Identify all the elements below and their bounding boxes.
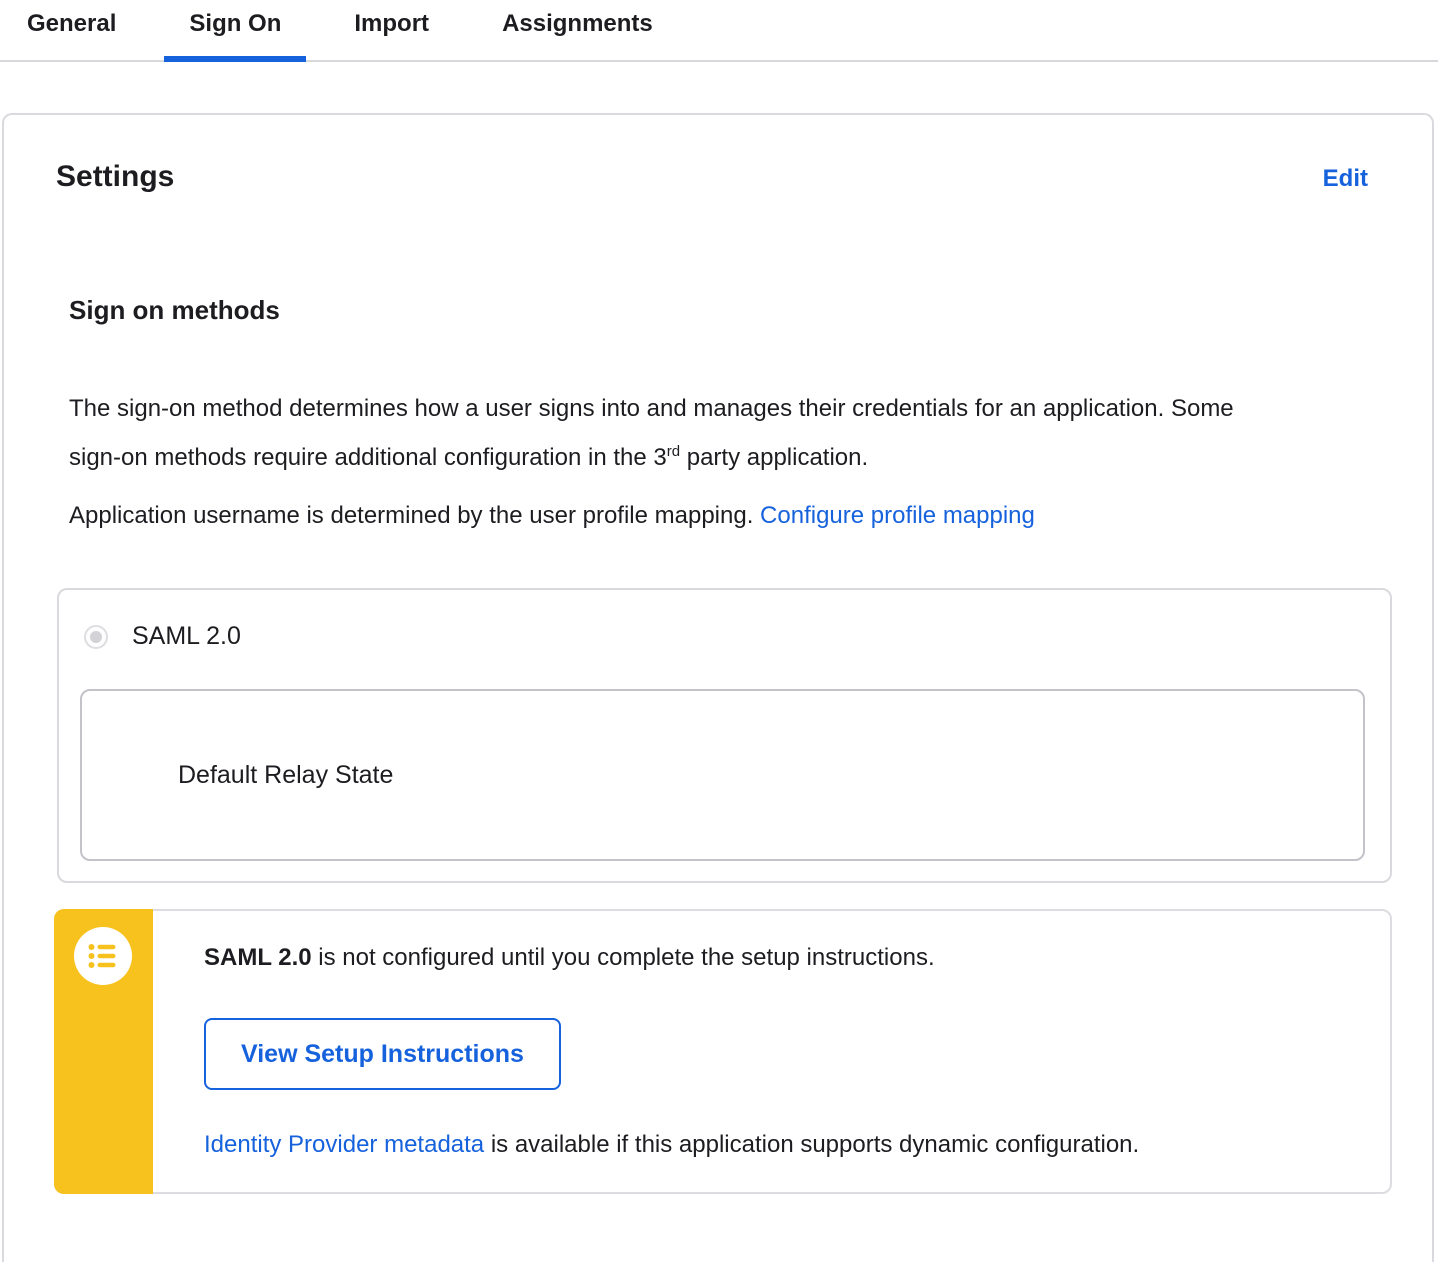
username-mapping-text: Application username is determined by th…	[69, 502, 761, 529]
metadata-line: Identity Provider metadata is available …	[204, 1130, 1350, 1160]
callout-content: SAML 2.0 is not configured until you com…	[56, 911, 1390, 1160]
metadata-text: is available if this application support…	[484, 1131, 1140, 1158]
description-text: The sign-on method determines how a user…	[69, 395, 1234, 471]
callout-warning-strip	[54, 909, 153, 1194]
settings-title: Settings	[56, 160, 175, 193]
tab-import[interactable]: Import	[329, 0, 454, 60]
saml-radio-row: SAML 2.0	[59, 590, 1390, 651]
settings-header: Settings Edit	[4, 115, 1432, 195]
sign-on-methods-heading: Sign on methods	[69, 295, 280, 325]
saml-radio-label: SAML 2.0	[132, 622, 241, 650]
edit-link[interactable]: Edit	[1323, 165, 1368, 193]
tab-assignments[interactable]: Assignments	[477, 0, 678, 60]
configure-profile-mapping-link[interactable]: Configure profile mapping	[760, 502, 1035, 529]
saml-radio-button[interactable]	[84, 624, 108, 649]
sign-on-methods-description: The sign-on method determines how a user…	[69, 384, 1249, 482]
callout-message: SAML 2.0 is not configured until you com…	[204, 942, 1350, 974]
username-mapping-line: Application username is determined by th…	[69, 501, 1369, 531]
tab-general[interactable]: General	[2, 0, 141, 60]
default-relay-state-box: Default Relay State	[80, 689, 1365, 861]
callout-message-method: SAML 2.0	[204, 944, 312, 971]
default-relay-state-label: Default Relay State	[178, 760, 394, 789]
view-setup-instructions-button[interactable]: View Setup Instructions	[204, 1018, 561, 1090]
tab-sign-on[interactable]: Sign On	[164, 0, 307, 62]
app-tab-bar: General Sign On Import Assignments	[0, 0, 1438, 62]
saml-not-configured-callout: SAML 2.0 is not configured until you com…	[54, 909, 1392, 1194]
settings-card: Settings Edit Sign on methods The sign-o…	[2, 113, 1434, 1262]
identity-provider-metadata-link[interactable]: Identity Provider metadata	[204, 1131, 484, 1158]
description-text-end: party application.	[680, 444, 869, 471]
saml-method-box: SAML 2.0 Default Relay State	[57, 588, 1392, 883]
callout-message-text: is not configured until you complete the…	[311, 944, 935, 971]
ordinal-superscript: rd	[666, 443, 681, 460]
list-icon	[74, 927, 132, 985]
